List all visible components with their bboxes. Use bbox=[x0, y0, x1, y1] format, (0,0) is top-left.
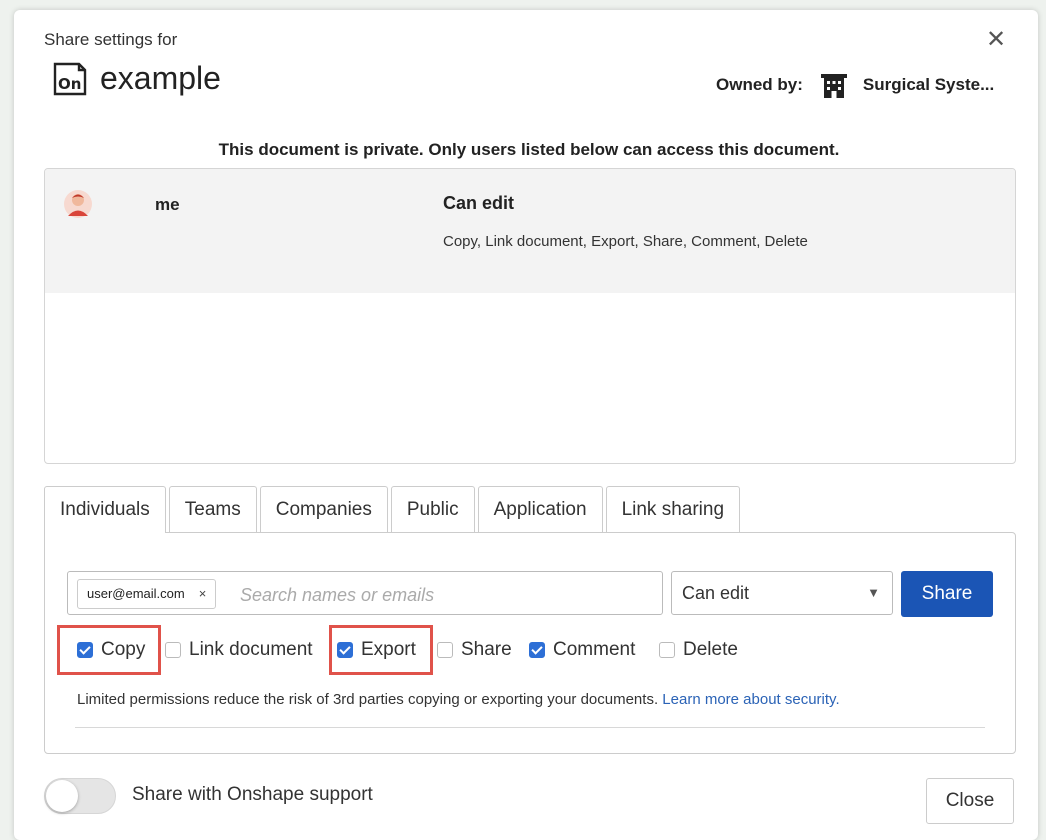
share-checkbox-label: Share bbox=[461, 639, 512, 660]
user-row: me Can edit Copy, Link document, Export,… bbox=[45, 169, 1015, 293]
limited-permissions-text: Limited permissions reduce the risk of 3… bbox=[77, 691, 659, 708]
individuals-panel: user@email.com × Can edit ▼ Share Copy L… bbox=[44, 532, 1016, 754]
checkbox-checked-icon bbox=[337, 642, 353, 658]
limited-permissions-note: Limited permissions reduce the risk of 3… bbox=[77, 691, 840, 708]
permission-checkboxes: Copy Link document Export Share Comment … bbox=[45, 621, 1015, 681]
permission-select-value: Can edit bbox=[682, 583, 750, 603]
tab-public[interactable]: Public bbox=[390, 486, 475, 532]
export-checkbox-label: Export bbox=[361, 639, 416, 660]
privacy-note: This document is private. Only users lis… bbox=[218, 140, 840, 159]
email-chip-label: user@email.com bbox=[87, 586, 185, 601]
comment-checkbox-label: Comment bbox=[553, 639, 636, 660]
document-title: example bbox=[100, 60, 221, 96]
remove-chip-icon[interactable]: × bbox=[199, 579, 207, 609]
delete-checkbox-label: Delete bbox=[683, 639, 738, 660]
avatar bbox=[64, 190, 92, 218]
svg-text:On: On bbox=[58, 75, 81, 93]
tab-companies[interactable]: Companies bbox=[259, 486, 388, 532]
delete-checkbox[interactable]: Delete bbox=[659, 639, 738, 661]
share-tabs: Individuals Teams Companies Public Appli… bbox=[44, 486, 743, 533]
close-icon[interactable]: ✕ bbox=[986, 28, 1006, 52]
user-permission-detail: Copy, Link document, Export, Share, Comm… bbox=[443, 233, 808, 250]
checkbox-checked-icon bbox=[529, 642, 545, 658]
link-document-checkbox[interactable]: Link document bbox=[165, 639, 313, 661]
share-settings-dialog: Share settings for ✕ On example Owned by… bbox=[14, 10, 1038, 840]
permission-select[interactable]: Can edit ▼ bbox=[671, 571, 893, 615]
close-button[interactable]: Close bbox=[926, 778, 1014, 824]
onshape-icon: On bbox=[53, 62, 87, 95]
document-title-row: On example bbox=[52, 60, 221, 97]
checkbox-unchecked-icon bbox=[437, 642, 453, 658]
tab-link-sharing[interactable]: Link sharing bbox=[605, 486, 741, 532]
tab-application[interactable]: Application bbox=[477, 486, 603, 532]
link-document-checkbox-label: Link document bbox=[189, 639, 313, 660]
comment-checkbox[interactable]: Comment bbox=[529, 639, 635, 661]
shared-users-list: me Can edit Copy, Link document, Export,… bbox=[44, 168, 1016, 464]
owner-name[interactable]: Surgical Syste... bbox=[863, 75, 994, 95]
divider bbox=[75, 727, 985, 728]
dialog-header-label: Share settings for bbox=[44, 30, 178, 49]
onshape-support-label: Share with Onshape support bbox=[132, 784, 373, 805]
chevron-down-icon: ▼ bbox=[867, 585, 880, 600]
checkbox-unchecked-icon bbox=[165, 642, 181, 658]
tab-individuals[interactable]: Individuals bbox=[44, 486, 166, 533]
export-checkbox[interactable]: Export bbox=[337, 639, 416, 661]
toggle-knob bbox=[46, 780, 78, 812]
share-checkbox[interactable]: Share bbox=[437, 639, 512, 661]
copy-checkbox-label: Copy bbox=[101, 639, 146, 660]
learn-more-link[interactable]: Learn more about security. bbox=[662, 691, 839, 708]
search-input[interactable] bbox=[238, 580, 642, 610]
owner-info: Owned by: Surgical Syste... bbox=[716, 72, 994, 98]
checkbox-checked-icon bbox=[77, 642, 93, 658]
user-name: me bbox=[155, 195, 180, 214]
user-permission[interactable]: Can edit bbox=[443, 193, 514, 214]
recipient-field[interactable]: user@email.com × bbox=[67, 571, 663, 615]
building-icon bbox=[820, 74, 847, 98]
copy-checkbox[interactable]: Copy bbox=[77, 639, 145, 661]
email-chip: user@email.com × bbox=[77, 579, 217, 609]
owner-label: Owned by: bbox=[716, 75, 803, 94]
tab-teams[interactable]: Teams bbox=[168, 486, 257, 532]
checkbox-unchecked-icon bbox=[659, 642, 675, 658]
share-button[interactable]: Share bbox=[901, 571, 993, 617]
onshape-support-toggle[interactable] bbox=[44, 778, 116, 814]
